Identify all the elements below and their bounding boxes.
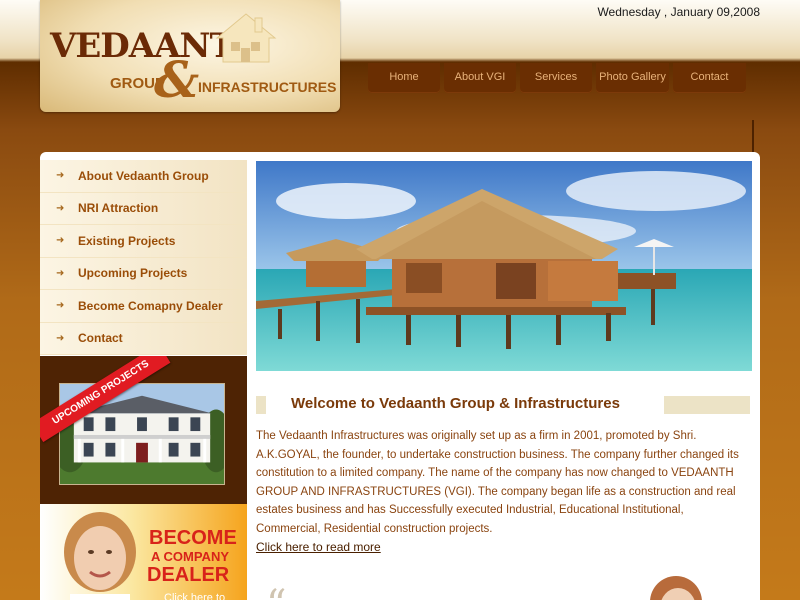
sidebar-menu: ➜ About Vedaanth Group ➜ NRI Attraction … xyxy=(40,160,247,355)
testimonial-portrait xyxy=(650,576,702,600)
sidebar-item-label: Existing Projects xyxy=(78,233,176,248)
divider xyxy=(752,120,754,152)
arrow-bullet-icon: ➜ xyxy=(56,235,65,247)
arrow-bullet-icon: ➜ xyxy=(56,202,65,214)
sidebar-item-dealer[interactable]: ➜ Become Comapny Dealer xyxy=(40,290,247,323)
main-panel: ➜ About Vedaanth Group ➜ NRI Attraction … xyxy=(40,152,760,600)
top-navigation: Home About VGI Services Photo Gallery Co… xyxy=(368,63,746,93)
logo-ampersand: & xyxy=(154,50,200,109)
hero-image xyxy=(256,161,752,371)
house-icon xyxy=(215,13,277,63)
logo-infra-text: INFRASTRUCTURES xyxy=(198,79,337,95)
sidebar-item-contact[interactable]: ➜ Contact xyxy=(40,322,247,355)
sidebar-item-label: NRI Attraction xyxy=(78,201,159,216)
current-date: Wednesday , January 09,2008 xyxy=(597,5,760,19)
dealer-become-text: BECOME xyxy=(149,527,237,549)
upcoming-projects-banner[interactable]: UPCOMING PROJECTS xyxy=(40,356,247,506)
sidebar-item-nri[interactable]: ➜ NRI Attraction xyxy=(40,192,247,225)
arrow-bullet-icon: ➜ xyxy=(56,170,65,182)
sidebar-item-about[interactable]: ➜ About Vedaanth Group xyxy=(40,160,247,193)
sidebar-item-label: Upcoming Projects xyxy=(78,266,188,281)
dealer-a-company-text: A COMPANY xyxy=(151,549,229,564)
intro-paragraph: The Vedaanth Infrastructures was origina… xyxy=(256,430,739,535)
logo[interactable]: VEDAANTH GROUP & INFRASTRUCTURES xyxy=(40,0,340,112)
heading-decor-right xyxy=(664,396,750,414)
dealer-portrait xyxy=(64,512,136,600)
sidebar-item-label: About Vedaanth Group xyxy=(78,168,209,183)
sidebar-item-label: Become Comapny Dealer xyxy=(78,298,223,313)
sidebar-item-existing-projects[interactable]: ➜ Existing Projects xyxy=(40,225,247,258)
sidebar-item-upcoming-projects[interactable]: ➜ Upcoming Projects xyxy=(40,257,247,290)
read-more-link[interactable]: Click here to read more xyxy=(256,540,381,554)
arrow-bullet-icon: ➜ xyxy=(56,267,65,279)
arrow-bullet-icon: ➜ xyxy=(56,300,65,312)
dealer-click-link[interactable]: Click here to xyxy=(164,592,225,600)
quote-icon: “ xyxy=(266,582,286,600)
become-dealer-banner[interactable]: BECOME A COMPANY DEALER Click here to xyxy=(40,504,247,600)
nav-photo-gallery[interactable]: Photo Gallery xyxy=(596,63,669,93)
nav-contact[interactable]: Contact xyxy=(673,63,746,93)
arrow-bullet-icon: ➜ xyxy=(56,332,65,344)
nav-home[interactable]: Home xyxy=(368,63,440,93)
page-title: Welcome to Vedaanth Group & Infrastructu… xyxy=(291,395,620,412)
welcome-heading-bar: Welcome to Vedaanth Group & Infrastructu… xyxy=(256,395,750,414)
sidebar-item-label: Contact xyxy=(78,331,123,346)
heading-decor-left xyxy=(256,396,266,414)
dealer-dealer-text: DEALER xyxy=(147,564,230,586)
nav-services[interactable]: Services xyxy=(520,63,592,93)
nav-about-vgi[interactable]: About VGI xyxy=(444,63,516,93)
